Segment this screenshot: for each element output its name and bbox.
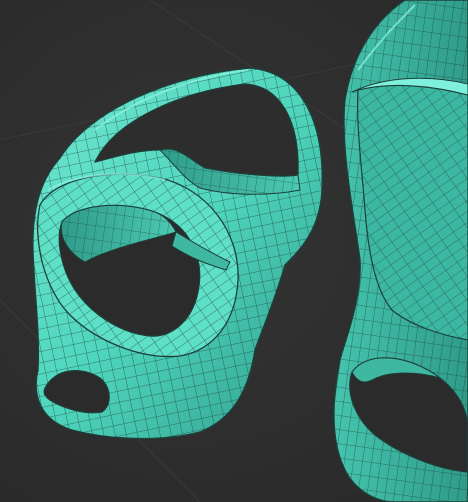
3d-viewport[interactable] — [0, 0, 468, 502]
viewport-canvas[interactable] — [0, 0, 468, 502]
mesh-object-right[interactable] — [333, 0, 468, 502]
